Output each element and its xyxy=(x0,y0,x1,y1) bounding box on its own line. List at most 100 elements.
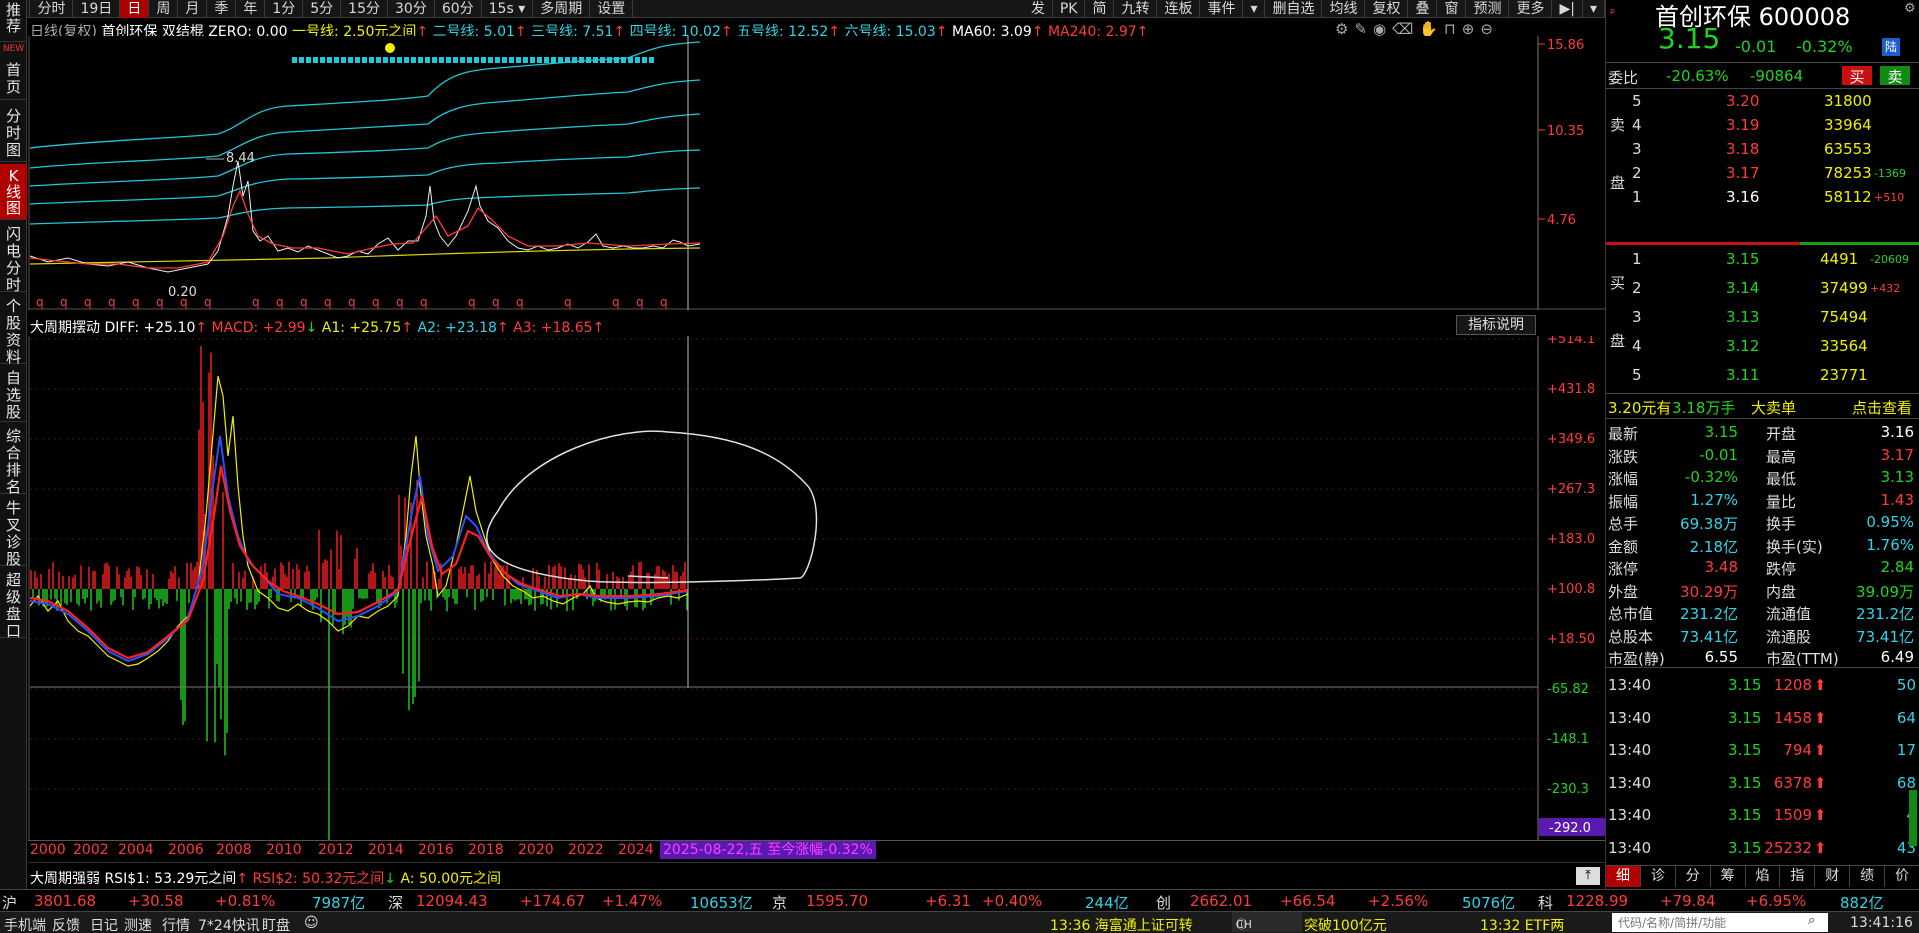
toolbar-item-fenshi[interactable]: 分时 xyxy=(30,0,74,18)
buy-button[interactable]: 买 xyxy=(1842,66,1872,86)
indicator-help-button[interactable]: 指标说明 xyxy=(1456,315,1536,335)
detail-tab[interactable]: 诊 xyxy=(1641,866,1676,887)
search-input[interactable] xyxy=(1612,913,1802,932)
status-feedback[interactable]: 反馈 xyxy=(52,915,80,933)
toolbar-item-month[interactable]: 月 xyxy=(178,0,208,18)
stat-value: 73.41亿 xyxy=(1680,627,1738,646)
tick-scrollbar[interactable] xyxy=(1909,790,1917,846)
detail-tab[interactable]: 分 xyxy=(1676,866,1711,887)
nav-kline[interactable]: K线图 xyxy=(0,164,27,220)
detail-tab[interactable]: 细 xyxy=(1606,866,1641,887)
toolbar-item-week[interactable]: 周 xyxy=(149,0,179,18)
detail-tab[interactable]: 指 xyxy=(1780,866,1816,887)
stat-value: 3.17 xyxy=(1880,445,1914,464)
news-ticker-1[interactable]: 13:36 海富通上证可转 xyxy=(1050,915,1193,933)
chevron-down-icon: ▾ xyxy=(518,0,526,17)
ask-row[interactable]: 2 3.17 78253 -1369 xyxy=(1606,162,1919,184)
sell-button[interactable]: 卖 xyxy=(1880,66,1910,86)
status-mobile[interactable]: 手机端 xyxy=(4,915,46,933)
status-watch[interactable]: 盯盘 xyxy=(262,915,290,933)
toolbar-item-19day[interactable]: 19日 xyxy=(73,0,121,18)
toolbar-right-event[interactable]: 事件 xyxy=(1200,0,1244,18)
search-box[interactable]: ⌕ xyxy=(1612,913,1828,932)
stats-row: 涨跌 -0.01 最高 3.17 xyxy=(1606,444,1919,466)
toolbar-right-fuquan[interactable]: 复权 xyxy=(1365,0,1409,18)
nav-ranking-label: 综合排名 xyxy=(5,427,21,496)
settings-icon[interactable]: ⚙ xyxy=(1904,1,1916,16)
chat-icon[interactable]: ☺ xyxy=(304,915,319,931)
bid-row[interactable]: 1 3.15 4491 -20609 xyxy=(1606,248,1919,270)
toolbar-item-30min[interactable]: 30分 xyxy=(388,0,435,18)
toolbar-item-1min[interactable]: 1分 xyxy=(265,0,304,18)
status-speedtest[interactable]: 测速 xyxy=(124,915,152,933)
nav-stock-info[interactable]: 个股资料 xyxy=(0,294,27,366)
bid-volume: 33564 xyxy=(1820,337,1868,355)
toolbar-right-chevron-icon[interactable]: ▾ xyxy=(1583,0,1605,18)
ask-row[interactable]: 4 3.19 33964 xyxy=(1606,114,1919,136)
toolbar-item-60min[interactable]: 60分 xyxy=(435,0,482,18)
toolbar-right-dropdown[interactable]: ▾ xyxy=(1243,0,1266,18)
nav-flash-fenshi[interactable]: 闪电分时 xyxy=(0,222,27,294)
toolbar-right-jiuzhuan[interactable]: 九转 xyxy=(1114,0,1158,18)
detail-tab[interactable]: 价 xyxy=(1885,866,1919,887)
nav-watchlist[interactable]: 自选股 xyxy=(0,366,27,422)
nav-ranking[interactable]: 综合排名 xyxy=(0,424,27,496)
ticker-sz-label: 深 xyxy=(388,894,404,912)
nav-diagnose[interactable]: 牛叉诊股 xyxy=(0,496,27,568)
toolbar-item-15min[interactable]: 15分 xyxy=(341,0,388,18)
toolbar-item-multiperiod[interactable]: 多周期 xyxy=(533,0,591,18)
big-order-row[interactable]: 3.20元有 3.18万手 大卖单 点击查看 xyxy=(1606,395,1919,417)
detail-tab[interactable]: 财 xyxy=(1815,866,1851,887)
bid-row[interactable]: 2 3.14 37499 +432 xyxy=(1606,277,1919,299)
nav-recommend[interactable]: 推荐 xyxy=(0,0,27,42)
toolbar-right-lianban[interactable]: 连板 xyxy=(1157,0,1201,18)
rsi1-value: RSI$1: 53.29元之间 xyxy=(104,871,237,887)
detail-tab[interactable]: 绩 xyxy=(1850,866,1886,887)
tick-price: 3.15 xyxy=(1728,741,1762,759)
toolbar-item-year[interactable]: 年 xyxy=(236,0,266,18)
nav-super-pankou[interactable]: 超级盘口 xyxy=(0,568,27,640)
ask-row[interactable]: 5 3.20 31800 xyxy=(1606,90,1919,112)
status-flash-news[interactable]: 7*24快讯 xyxy=(198,915,260,933)
big-order-link[interactable]: 点击查看 xyxy=(1852,397,1912,418)
toolbar-item-day[interactable]: 日 xyxy=(120,0,150,18)
toolbar-item-15s[interactable]: 15s ▾ xyxy=(482,0,534,18)
stat-value: 6.55 xyxy=(1704,648,1738,666)
toolbar-item-quarter[interactable]: 季 xyxy=(207,0,237,18)
toolbar-right-ma[interactable]: 均线 xyxy=(1322,0,1366,18)
status-quote[interactable]: 行情 xyxy=(162,915,190,933)
news-ticker-1b[interactable]: 突破100亿元 xyxy=(1304,915,1387,933)
indicator-name: 大周期摆动 xyxy=(30,320,100,336)
stat-label: 量比 xyxy=(1766,492,1797,511)
toolbar-right-back-icon[interactable]: ▶| xyxy=(1552,0,1583,18)
toolbar-right-more[interactable]: 更多 xyxy=(1509,0,1553,18)
ime-indicator[interactable]: CH ⓘ ⁝ xyxy=(1232,912,1302,932)
bid-row[interactable]: 3 3.13 75494 xyxy=(1606,306,1919,328)
detail-tab[interactable]: 焰 xyxy=(1746,866,1781,887)
arrow-up-icon: ⬆ xyxy=(1814,708,1827,727)
collapse-panel-icon[interactable]: ⤒ xyxy=(1576,867,1600,885)
nav-fenshi[interactable]: 分时图 xyxy=(0,104,27,162)
toolbar-right-predict[interactable]: 预测 xyxy=(1466,0,1510,18)
toolbar-item-5min[interactable]: 5分 xyxy=(303,0,342,18)
bid-row[interactable]: 4 3.12 33564 xyxy=(1606,335,1919,357)
arrow-up-icon: ↑ xyxy=(496,320,509,336)
toolbar-right-del-fav[interactable]: 删自选 xyxy=(1265,0,1323,18)
toolbar-right-overlay[interactable]: 叠 xyxy=(1408,0,1438,18)
toolbar-right-fa[interactable]: 发 xyxy=(1024,0,1053,18)
toolbar-right-window[interactable]: 窗 xyxy=(1437,0,1467,18)
status-diary[interactable]: 日记 xyxy=(90,915,118,933)
stat-value: -0.01 xyxy=(1699,445,1738,464)
toolbar-right-pk[interactable]: PK xyxy=(1053,0,1086,18)
ask-row[interactable]: 1 3.16 58112 +510 xyxy=(1606,186,1919,208)
toolbar-right-jian[interactable]: 简 xyxy=(1085,0,1115,18)
news-ticker-2[interactable]: 13:32 ETF两 xyxy=(1480,915,1564,933)
nav-home[interactable]: 首页 xyxy=(0,58,27,100)
ask-row[interactable]: 3 3.18 63553 xyxy=(1606,138,1919,160)
search-icon[interactable]: ⌕ xyxy=(1808,913,1815,928)
detail-tab[interactable]: 筹 xyxy=(1711,866,1746,887)
indicator-yticks: +514.1 +431.8 +349.6 +267.3 +183.0 +100.… xyxy=(1547,336,1595,647)
toolbar-item-settings[interactable]: 设置 xyxy=(590,0,634,18)
stat-value: 73.41亿 xyxy=(1856,627,1914,646)
bid-row[interactable]: 5 3.11 23771 xyxy=(1606,364,1919,386)
